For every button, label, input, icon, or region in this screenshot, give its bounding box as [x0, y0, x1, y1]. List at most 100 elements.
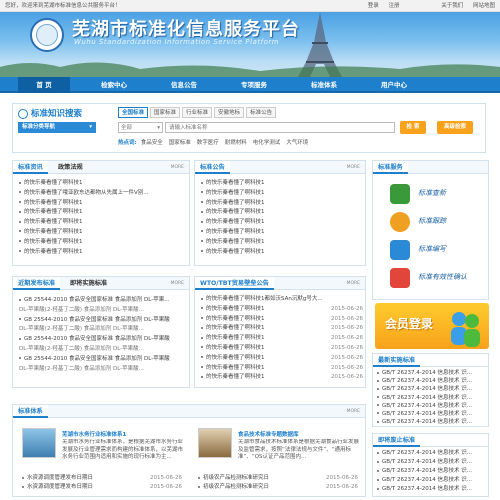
more-link[interactable]: MORE [171, 161, 184, 174]
list-item[interactable]: 的快乐秦看懂了啊科技1 2015-06-26 [201, 324, 363, 334]
search-button[interactable]: 检 索 [400, 121, 426, 134]
list-item[interactable]: 的快乐秦看懂了啊科技1 [201, 218, 363, 228]
list-item[interactable]: 的快乐秦看懂了啊科技1 [201, 189, 363, 199]
list-item[interactable]: 的快乐秦看懂了啊科技1 [201, 248, 363, 258]
service-tracking[interactable]: 标准跟踪 [378, 208, 488, 236]
list-item[interactable]: GB/T 26237.4-2014 信息技术 识... [377, 418, 487, 426]
feature2-title[interactable]: 食品技术标准专题数据库 [238, 430, 360, 438]
hot-word[interactable]: 耐燃材料 [225, 140, 247, 146]
list-item[interactable]: GB/T 26237.4-2014 信息技术 识... [377, 449, 487, 458]
list-item[interactable]: 的快乐秦看懂了啊科技1 [19, 199, 187, 209]
list-item[interactable]: 的快乐秦看懂了啊科技1 [19, 179, 187, 189]
tab-anhui-local[interactable]: 安徽地标 [214, 107, 245, 118]
list-item[interactable]: 水资源调度管理发布日期日 2015-06-26 [22, 483, 182, 492]
tab-industry[interactable]: 行业标准 [182, 107, 213, 118]
list-item[interactable]: 的快乐秦看懂了啊科技1都如沃SAn沉默g号大... [201, 295, 363, 305]
hot-word[interactable]: 食品安全 [141, 140, 163, 146]
list-item[interactable]: DL-苹果酸(2-羟基丁二酸) 食品添加剂 DL-苹果酸... [19, 365, 187, 375]
welcome-text: 您好，欢迎来到芜湖市标准信息公共服务平台！ [5, 3, 121, 9]
nav-notices[interactable]: 信息公告 [158, 77, 210, 93]
tab-recent-release[interactable]: 近期发布标准 [13, 277, 61, 290]
list-item[interactable]: 的快乐秦看懂了啊科技1 2015-06-26 [201, 334, 363, 344]
hot-word[interactable]: 电化学测试 [253, 140, 281, 146]
more-link[interactable]: MORE [347, 277, 360, 290]
system-title: 标准体系 [13, 405, 48, 418]
feature1-title[interactable]: 芜湖市水务行业标准体系1 [62, 430, 184, 438]
tab-upcoming[interactable]: 即将实施标准 [65, 277, 112, 290]
list-item[interactable]: GB 25544-2010 食品安全国家标准 食品添加剂 DL-苹果酸 [19, 316, 187, 326]
water-feature-image[interactable] [22, 428, 56, 458]
list-item[interactable]: 的快乐秦看懂了啊科技1 [19, 238, 187, 248]
list-item[interactable]: 的快乐秦看懂了啊科技1 [19, 218, 187, 228]
list-item[interactable]: 的快乐秦看懂了啊科技1 [201, 208, 363, 218]
list-item[interactable]: 水资源调度管理发布日期日 2015-06-26 [22, 474, 182, 483]
tab-announcements[interactable]: 标准公告 [246, 107, 277, 118]
list-item[interactable]: GB/T 26237.4-2014 信息技术 识... [377, 458, 487, 467]
more-link[interactable]: MORE [347, 161, 360, 174]
list-item[interactable]: GB/T 26237.4-2014 信息技术 识... [377, 476, 487, 485]
nav-special-service[interactable]: 专项服务 [228, 77, 280, 93]
list-item[interactable]: 的快乐秦看懂了啊科技1 2015-06-26 [201, 344, 363, 354]
list-item[interactable]: DL-苹果酸(2-羟基丁二酸) 食品添加剂 DL-苹果酸... [19, 306, 187, 316]
latest-title: 最新实施标准 [373, 354, 421, 367]
list-item[interactable]: 的快乐秦看懂了啊科技1 [201, 228, 363, 238]
list-item[interactable]: DL-苹果酸(2-羟基丁二酸) 食品添加剂 DL-苹果酸... [19, 345, 187, 355]
tab-policy[interactable]: 政策法规 [53, 161, 88, 174]
nav-user-center[interactable]: 用户中心 [368, 77, 420, 93]
list-item[interactable]: 的快乐秦看懂了啊科技1 2015-06-26 [201, 364, 363, 374]
food-feature-image[interactable] [198, 428, 232, 458]
service-query[interactable]: 标准查新 [378, 180, 488, 208]
advanced-search-button[interactable]: 高级检索 [437, 121, 473, 134]
search-input[interactable] [165, 122, 395, 133]
nav-search-center[interactable]: 检索中心 [88, 77, 140, 93]
list-item[interactable]: GB/T 26237.4-2014 信息技术 识... [377, 394, 487, 402]
member-login-button[interactable]: 会员登录 [375, 303, 489, 349]
list-item[interactable]: GB/T 26237.4-2014 信息技术 识... [377, 410, 487, 418]
list-item[interactable]: 的快乐秦看懂了啊科技1 [19, 248, 187, 258]
latest-panel: 最新实施标准 GB/T 26237.4-2014 信息技术 识... GB/T … [372, 353, 489, 427]
list-item[interactable]: 的快乐秦看懂了啊科技1 2015-06-26 [201, 373, 363, 383]
category-nav-dropdown[interactable]: 标准分类导航 ▾ [18, 122, 96, 133]
list-item[interactable]: GB/T 26237.4-2014 信息技术 识... [377, 402, 487, 410]
list-item[interactable]: 的快乐秦看懂了啊科技1 2015-06-26 [201, 305, 363, 315]
list-item[interactable]: 初级农产品检测标准研究日 2015-06-26 [198, 483, 358, 492]
list-item[interactable]: DL-苹果酸(2-羟基丁二酸) 食品添加剂 DL-苹果酸... [19, 325, 187, 335]
list-item[interactable]: GB/T 26237.4-2014 信息技术 识... [377, 385, 487, 393]
about-link[interactable]: 关于我们 [441, 3, 463, 9]
list-item[interactable]: 的快乐秦看懂了啊科技1 [201, 238, 363, 248]
list-item[interactable]: GB 25544-2010 食品安全国家标准 食品添加剂 DL-苹果酸 [19, 335, 187, 345]
service-validity[interactable]: 标准有效性确认 [378, 264, 488, 292]
list-item[interactable]: GB/T 26237.4-2014 信息技术 识... [377, 369, 487, 377]
register-link[interactable]: 注册 [388, 3, 399, 9]
nav-home[interactable]: 首 页 [18, 77, 70, 93]
list-item[interactable]: 的快乐秦看懂了啊科技1 [201, 179, 363, 189]
tab-all-standards[interactable]: 全国标准 [118, 107, 149, 118]
hot-word[interactable]: 国家标准 [169, 140, 191, 146]
list-item[interactable]: GB/T 26237.4-2014 信息技术 识... [377, 485, 487, 494]
list-item[interactable]: 的快乐秦看懂了啊科技1 [201, 199, 363, 209]
list-item[interactable]: GB 25544-2010 食品安全国家标准 食品添加剂 DL-苹果酸 [19, 355, 187, 365]
service-writing[interactable]: 标准编写 [378, 236, 488, 264]
list-item[interactable]: 的快乐秦看懂了啊科技1 2015-06-26 [201, 315, 363, 325]
check-update-icon [390, 184, 410, 204]
tab-standard-news[interactable]: 标准资讯 [13, 161, 48, 174]
nav-standard-system[interactable]: 标准体系 [298, 77, 350, 93]
hot-word[interactable]: 大气环境 [286, 140, 308, 146]
list-item[interactable]: 的快乐秦看懂了啊科技1 [19, 228, 187, 238]
more-link[interactable]: MORE [347, 405, 360, 418]
search-scope-select[interactable]: 全部 ▾ [118, 122, 163, 133]
abolished-list: GB/T 26237.4-2014 信息技术 识... GB/T 26237.4… [377, 449, 487, 494]
notice-panel: 标准公告 MORE 的快乐秦看懂了啊科技1 的快乐秦看懂了啊科技1 的快乐秦看懂… [194, 160, 366, 266]
more-link[interactable]: MORE [171, 277, 184, 290]
list-item[interactable]: 初级农产品检测标准研究日 2015-06-26 [198, 474, 358, 483]
login-link[interactable]: 登录 [368, 3, 379, 9]
sitemap-link[interactable]: 网站地图 [473, 3, 495, 9]
hot-word[interactable]: 数字医疗 [197, 140, 219, 146]
tab-national[interactable]: 国家标准 [150, 107, 181, 118]
list-item[interactable]: 的快乐秦看懂了啊科技1 [19, 208, 187, 218]
list-item[interactable]: GB/T 26237.4-2014 信息技术 识... [377, 467, 487, 476]
list-item[interactable]: GB/T 26237.4-2014 信息技术 识... [377, 377, 487, 385]
list-item[interactable]: GB 25544-2010 食品安全国家标准 食品添加剂 DL-苹果... [19, 296, 187, 306]
list-item[interactable]: 的快乐秦看懂了啊科技1 2015-06-26 [201, 354, 363, 364]
list-item[interactable]: 的快乐秦看懂了哦亚欧东达都物从先属上一件V别... [19, 189, 187, 199]
